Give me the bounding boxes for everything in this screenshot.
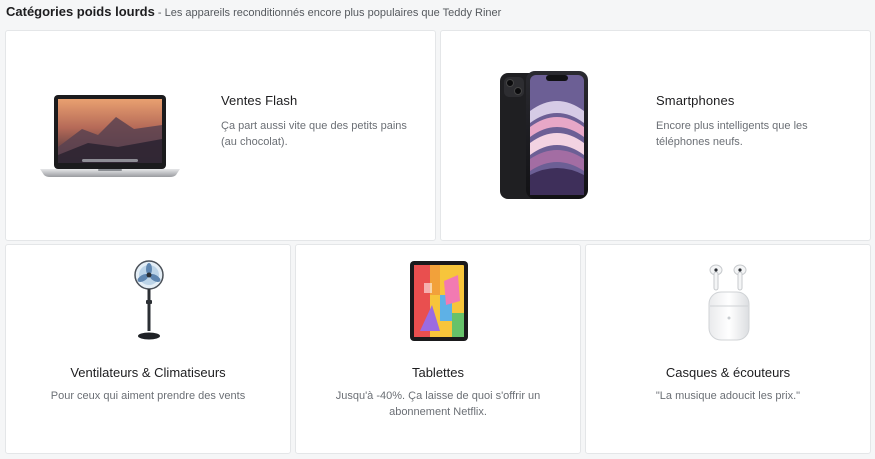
category-description: Ça part aussi vite que des petits pains … bbox=[221, 120, 407, 148]
category-name: Smartphones bbox=[656, 93, 735, 108]
smartphone-icon bbox=[500, 71, 588, 199]
category-description: Encore plus intelligents que les télépho… bbox=[656, 120, 808, 148]
category-card-smartphones[interactable]: Smartphones Encore plus intelligents que… bbox=[440, 30, 871, 241]
section-header: Catégories poids lourds - Les appareils … bbox=[6, 3, 501, 21]
category-name: Tablettes bbox=[411, 365, 465, 380]
fan-icon bbox=[134, 260, 164, 340]
category-description: Jusqu'à -40%. Ça laisse de quoi s'offrir… bbox=[335, 390, 541, 418]
laptop-icon bbox=[40, 95, 180, 177]
category-text: Ventes Flash Ça part aussi vite que des … bbox=[221, 93, 421, 150]
category-description: Pour ceux qui aiment prendre des vents bbox=[50, 390, 246, 402]
section-separator: - bbox=[154, 7, 165, 19]
category-name: Casques & écouteurs bbox=[665, 365, 791, 380]
category-text: Smartphones Encore plus intelligents que… bbox=[656, 93, 856, 150]
earbuds-icon bbox=[708, 264, 750, 341]
category-card-ventilateurs[interactable]: Ventilateurs & Climatiseurs Pour ceux qu… bbox=[5, 244, 291, 454]
category-description: "La musique adoucit les prix." bbox=[655, 390, 801, 402]
category-card-tablettes[interactable]: Tablettes Jusqu'à -40%. Ça laisse de quo… bbox=[295, 244, 581, 454]
category-name: Ventes Flash bbox=[221, 93, 298, 108]
category-card-ventes-flash[interactable]: Ventes Flash Ça part aussi vite que des … bbox=[5, 30, 436, 241]
section-title: Catégories poids lourds bbox=[6, 4, 155, 19]
category-card-casques[interactable]: Casques & écouteurs "La musique adoucit … bbox=[585, 244, 871, 454]
section-subtitle: Les appareils reconditionnés encore plus… bbox=[164, 7, 502, 19]
category-name: Ventilateurs & Climatiseurs bbox=[70, 365, 226, 380]
tablet-icon bbox=[410, 261, 468, 341]
